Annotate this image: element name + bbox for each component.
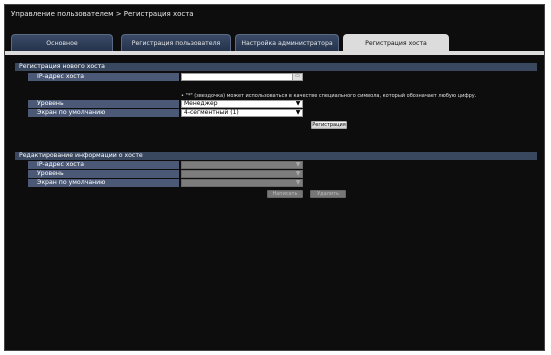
chevron-down-icon: ▼ bbox=[295, 179, 301, 186]
tab-user-registration[interactable]: Регистрация пользователя bbox=[121, 34, 231, 52]
level-select[interactable]: Менеджер ▼ bbox=[181, 100, 303, 108]
tab-bar: Основное Регистрация пользователя Настро… bbox=[5, 34, 544, 52]
default-screen-label: Экран по умолчанию bbox=[28, 109, 179, 117]
ip-address-label: IP-адрес хоста bbox=[28, 73, 179, 81]
new-host-section-title: Регистрация нового хоста bbox=[15, 63, 537, 71]
edit-host-section-title: Редактирование информации о хосте bbox=[15, 152, 537, 160]
edit-level-select[interactable]: ▼ bbox=[181, 170, 303, 178]
register-button[interactable]: Регистрация bbox=[311, 121, 347, 129]
edit-level-label: Уровень bbox=[28, 170, 179, 178]
edit-ip-address-select[interactable]: ▼ bbox=[181, 161, 303, 169]
edit-default-screen-label: Экран по умолчанию bbox=[28, 179, 179, 187]
chevron-down-icon: ▼ bbox=[295, 109, 301, 116]
keyboard-icon[interactable]: ▭ bbox=[292, 74, 302, 80]
tab-host-registration[interactable]: Регистрация хоста bbox=[343, 34, 449, 52]
chevron-down-icon: ▼ bbox=[295, 161, 301, 168]
breadcrumb: Управление пользователем > Регистрация х… bbox=[11, 10, 194, 18]
tab-basic[interactable]: Основное bbox=[11, 34, 113, 52]
default-screen-select[interactable]: 4-сегментный (1) ▼ bbox=[181, 109, 303, 117]
edit-default-screen-select[interactable]: ▼ bbox=[181, 179, 303, 187]
default-screen-value: 4-сегментный (1) bbox=[184, 109, 239, 116]
level-value: Менеджер bbox=[184, 100, 218, 107]
chevron-down-icon: ▼ bbox=[295, 170, 301, 177]
tab-underline bbox=[5, 51, 544, 55]
app-window: Управление пользователем > Регистрация х… bbox=[4, 4, 545, 351]
level-label: Уровень bbox=[28, 100, 179, 108]
edit-ip-address-label: IP-адрес хоста bbox=[28, 161, 179, 169]
apply-button[interactable]: Написать bbox=[267, 190, 303, 198]
ip-address-input[interactable]: ▭ bbox=[181, 73, 303, 81]
delete-button[interactable]: Удалить bbox=[310, 190, 346, 198]
chevron-down-icon: ▼ bbox=[295, 100, 301, 107]
tab-admin-settings[interactable]: Настройка администратора bbox=[235, 34, 339, 52]
wildcard-note: • "*" (звездочка) может использоваться в… bbox=[181, 93, 477, 99]
